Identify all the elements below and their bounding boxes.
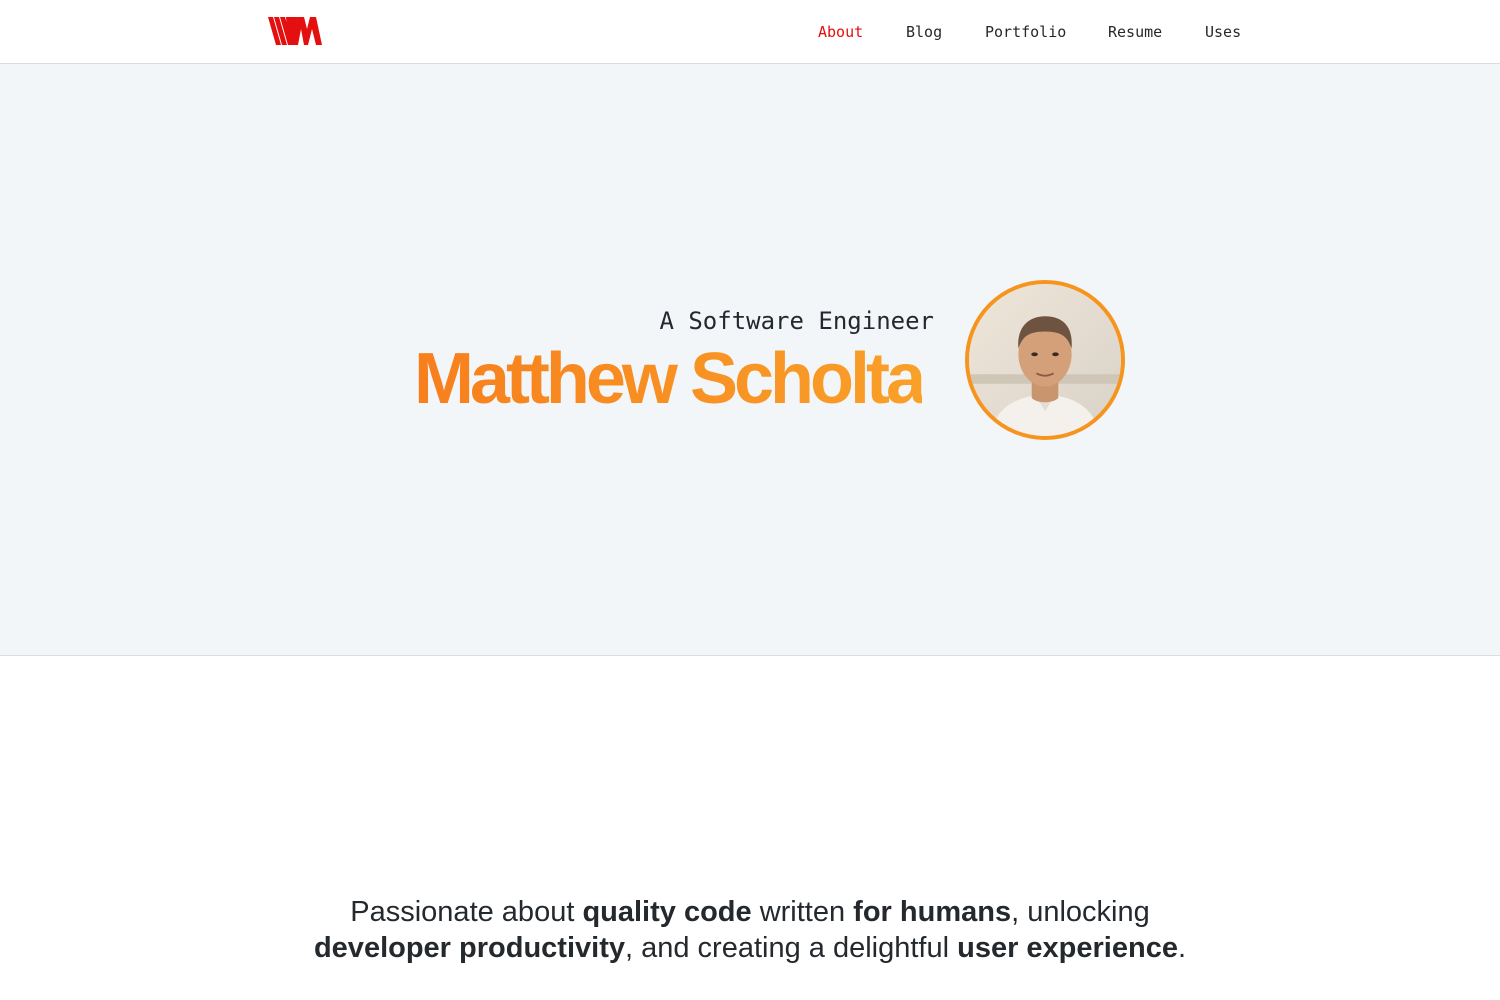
tagline-text: , and creating a delightful bbox=[624, 932, 958, 964]
nav-link-about[interactable]: About bbox=[818, 22, 863, 42]
avatar bbox=[965, 280, 1125, 440]
hero-name: Matthew Scholta bbox=[414, 336, 926, 422]
tagline-text: written bbox=[751, 896, 854, 928]
tagline-emphasis: for humans bbox=[853, 896, 1012, 928]
nav-link-uses[interactable]: Uses bbox=[1205, 22, 1241, 42]
tagline: Passionate about quality code written fo… bbox=[0, 894, 1500, 966]
tagline-text: . bbox=[1177, 932, 1187, 964]
hero-section: A Software Engineer Matthew Scholta bbox=[0, 64, 1500, 656]
nav-link-blog[interactable]: Blog bbox=[906, 22, 942, 42]
profile-photo-icon bbox=[969, 284, 1121, 436]
site-header: About Blog Portfolio Resume Uses bbox=[0, 0, 1500, 64]
tagline-emphasis: quality code bbox=[582, 896, 752, 928]
tagline-emphasis: user experience bbox=[957, 932, 1178, 964]
tagline-text: Passionate about bbox=[350, 896, 583, 928]
main-nav: About Blog Portfolio Resume Uses bbox=[0, 22, 1500, 42]
hero-subtitle: A Software Engineer bbox=[659, 307, 934, 335]
nav-link-portfolio[interactable]: Portfolio bbox=[985, 22, 1066, 42]
tagline-text: , unlocking bbox=[1011, 896, 1150, 928]
tagline-emphasis: developer productivity bbox=[313, 932, 625, 964]
nav-link-resume[interactable]: Resume bbox=[1108, 22, 1162, 42]
